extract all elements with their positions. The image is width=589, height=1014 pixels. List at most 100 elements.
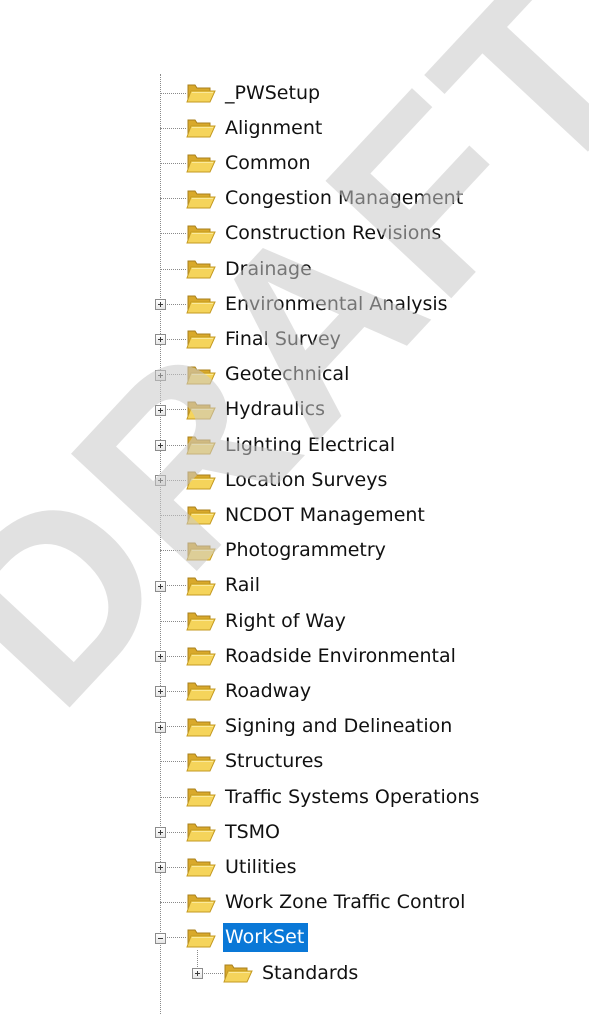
tree-item-label[interactable]: TSMO	[223, 818, 284, 847]
open-folder-icon	[186, 538, 223, 564]
tree-item-label[interactable]: Location Surveys	[223, 466, 391, 495]
open-folder-icon	[186, 714, 223, 740]
tree-item-label[interactable]: Work Zone Traffic Control	[223, 888, 469, 917]
tree-item-congestion-management[interactable]: Congestion Management	[160, 181, 467, 217]
expand-toggle-icon[interactable]	[155, 299, 166, 311]
tree-item-workset[interactable]: WorkSet	[160, 920, 309, 956]
tree-item-label[interactable]: NCDOT Management	[223, 501, 429, 530]
open-folder-icon	[186, 291, 223, 317]
tree-item-label[interactable]: Photogrammetry	[223, 536, 390, 565]
tree-item-label[interactable]: Alignment	[223, 114, 326, 143]
tree-item-right-of-way[interactable]: Right of Way	[160, 603, 350, 639]
open-folder-icon	[186, 819, 223, 845]
open-folder-icon	[186, 854, 223, 880]
expand-toggle-icon[interactable]	[155, 440, 166, 451]
tree-item-label[interactable]: Roadway	[223, 677, 315, 706]
open-folder-icon	[186, 784, 223, 810]
tree-item-alignment[interactable]: Alignment	[160, 110, 326, 146]
tree-connector	[160, 902, 186, 904]
tree-item-label[interactable]: Congestion Management	[223, 184, 467, 213]
open-folder-icon	[186, 432, 223, 458]
tree-item-label[interactable]: Structures	[223, 747, 327, 776]
tree-item-environmental-analysis[interactable]: Environmental Analysis	[160, 286, 452, 322]
expand-toggle-icon[interactable]	[155, 862, 166, 874]
expand-toggle-icon[interactable]	[192, 968, 203, 979]
tree-item-pwsetup[interactable]: _PWSetup	[160, 75, 324, 111]
tree-item-label[interactable]: _PWSetup	[223, 79, 324, 108]
expand-toggle-icon[interactable]	[155, 404, 166, 416]
tree-connector	[160, 92, 186, 94]
open-folder-icon	[186, 749, 223, 775]
tree-item-ncdot-management[interactable]: NCDOT Management	[160, 497, 429, 533]
tree-item-final-survey[interactable]: Final Survey	[160, 321, 345, 357]
tree-item-utilities[interactable]: Utilities	[160, 849, 301, 885]
open-folder-icon	[186, 608, 223, 634]
tree-connector	[160, 162, 186, 164]
tree-item-photogrammetry[interactable]: Photogrammetry	[160, 533, 390, 569]
tree-item-label[interactable]: Construction Revisions	[223, 219, 445, 248]
tree-item-tsmo[interactable]: TSMO	[160, 814, 284, 850]
tree-item-location-surveys[interactable]: Location Surveys	[160, 462, 391, 498]
expand-toggle-icon[interactable]	[155, 580, 166, 592]
open-folder-icon	[186, 678, 223, 704]
tree-item-label[interactable]: Roadside Environmental	[223, 642, 460, 671]
open-folder-icon	[186, 150, 223, 176]
open-folder-icon	[186, 643, 223, 669]
tree-item-hydraulics[interactable]: Hydraulics	[160, 392, 329, 428]
tree-item-roadway[interactable]: Roadway	[160, 673, 315, 709]
tree-item-construction-revisions[interactable]: Construction Revisions	[160, 216, 445, 252]
tree-connector	[160, 514, 186, 516]
tree-item-structures[interactable]: Structures	[160, 744, 327, 780]
open-folder-icon	[186, 397, 223, 423]
tree-item-traffic-systems-operations[interactable]: Traffic Systems Operations	[160, 779, 483, 815]
open-folder-icon	[186, 502, 223, 528]
open-folder-icon	[186, 80, 223, 106]
tree-item-label[interactable]: Final Survey	[223, 325, 345, 354]
tree-item-label[interactable]: Drainage	[223, 255, 316, 284]
tree-item-signing-and-delineation[interactable]: Signing and Delineation	[160, 709, 456, 745]
open-folder-icon	[186, 573, 223, 599]
tree-item-label[interactable]: Hydraulics	[223, 395, 329, 424]
tree-item-standards[interactable]: Standards	[197, 955, 362, 991]
tree-connector	[160, 127, 186, 129]
tree-connector	[160, 233, 186, 235]
tree-item-lighting-electrical[interactable]: Lighting Electrical	[160, 427, 399, 463]
open-folder-icon	[186, 890, 223, 916]
tree-item-label[interactable]: Environmental Analysis	[223, 290, 452, 319]
expand-toggle-icon[interactable]	[155, 334, 166, 346]
tree-item-label[interactable]: Right of Way	[223, 607, 350, 636]
tree-item-label[interactable]: Lighting Electrical	[223, 431, 399, 460]
tree-item-label[interactable]: Rail	[223, 571, 264, 600]
tree-item-rail[interactable]: Rail	[160, 568, 264, 604]
tree-connector	[160, 198, 186, 200]
collapse-toggle-icon[interactable]	[155, 932, 166, 944]
expand-toggle-icon[interactable]	[155, 475, 166, 487]
tree-item-label[interactable]: Utilities	[223, 853, 301, 882]
tree-connector	[160, 620, 186, 622]
open-folder-icon	[186, 925, 223, 951]
tree-connector	[160, 761, 186, 763]
tree-item-label[interactable]: Standards	[260, 959, 362, 988]
expand-toggle-icon[interactable]	[155, 721, 166, 733]
open-folder-icon	[186, 186, 223, 212]
open-folder-icon	[186, 467, 223, 493]
expand-toggle-icon[interactable]	[155, 686, 166, 698]
expand-toggle-icon[interactable]	[155, 827, 166, 839]
tree-item-geotechnical[interactable]: Geotechnical	[160, 357, 353, 393]
open-folder-icon	[186, 115, 223, 141]
tree-item-label[interactable]: WorkSet	[223, 923, 309, 953]
tree-item-work-zone-traffic-control[interactable]: Work Zone Traffic Control	[160, 885, 469, 921]
tree-connector	[160, 268, 186, 270]
tree-item-roadside-environmental[interactable]: Roadside Environmental	[160, 638, 460, 674]
tree-item-common[interactable]: Common	[160, 145, 315, 181]
expand-toggle-icon[interactable]	[155, 651, 166, 663]
tree-item-label[interactable]: Traffic Systems Operations	[223, 783, 483, 812]
tree-item-label[interactable]: Common	[223, 149, 315, 178]
expand-toggle-icon[interactable]	[155, 369, 166, 381]
open-folder-icon	[186, 256, 223, 282]
open-folder-icon	[186, 221, 223, 247]
tree-item-label[interactable]: Signing and Delineation	[223, 712, 456, 741]
tree-item-label[interactable]: Geotechnical	[223, 360, 353, 389]
open-folder-icon	[223, 960, 260, 986]
tree-item-drainage[interactable]: Drainage	[160, 251, 316, 287]
